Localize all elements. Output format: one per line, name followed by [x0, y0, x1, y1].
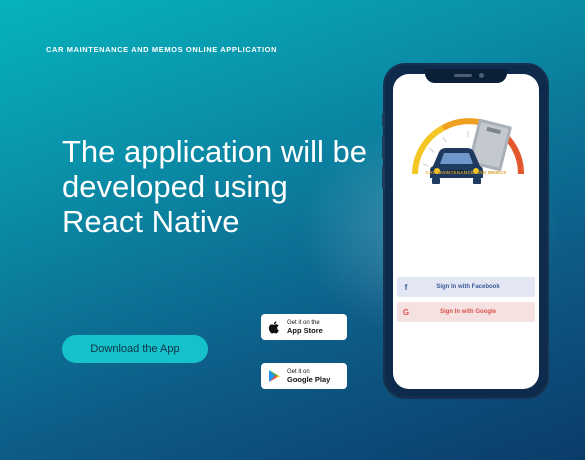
phone-side-button [382, 135, 385, 159]
facebook-icon: f [404, 282, 408, 292]
download-app-button[interactable]: Download the App [62, 335, 208, 363]
google-icon: G [402, 307, 410, 317]
sign-in-google-label: Sign In with Google [440, 309, 496, 315]
phone-side-button [382, 165, 385, 189]
phone-screen: CAR MAINTENANCE AND MEMOS f Sign In with… [393, 74, 539, 389]
phone-side-button [382, 113, 385, 127]
page-headline: The application will be developed using … [62, 134, 368, 239]
phone-notch [425, 69, 507, 83]
sign-in-facebook-label: Sign In with Facebook [436, 284, 500, 290]
app-store-badge[interactable]: Get it on the App Store [261, 314, 347, 340]
sign-in-google-button[interactable]: G Sign In with Google [397, 302, 535, 322]
sign-in-facebook-button[interactable]: f Sign In with Facebook [397, 277, 535, 297]
google-play-big-text: Google Play [287, 375, 331, 384]
page-kicker: CAR MAINTENANCE AND MEMOS ONLINE APPLICA… [46, 45, 278, 54]
logo-caption: CAR MAINTENANCE AND MEMOS [425, 170, 507, 175]
front-camera [479, 73, 484, 78]
google-play-icon [267, 368, 281, 384]
app-logo [412, 118, 525, 184]
app-store-big-text: App Store [287, 326, 323, 335]
apple-icon [267, 319, 281, 335]
speaker-grille [454, 74, 472, 77]
google-play-badge[interactable]: Get it on Google Play [261, 363, 347, 389]
phone-mockup: CAR MAINTENANCE AND MEMOS f Sign In with… [382, 63, 549, 399]
